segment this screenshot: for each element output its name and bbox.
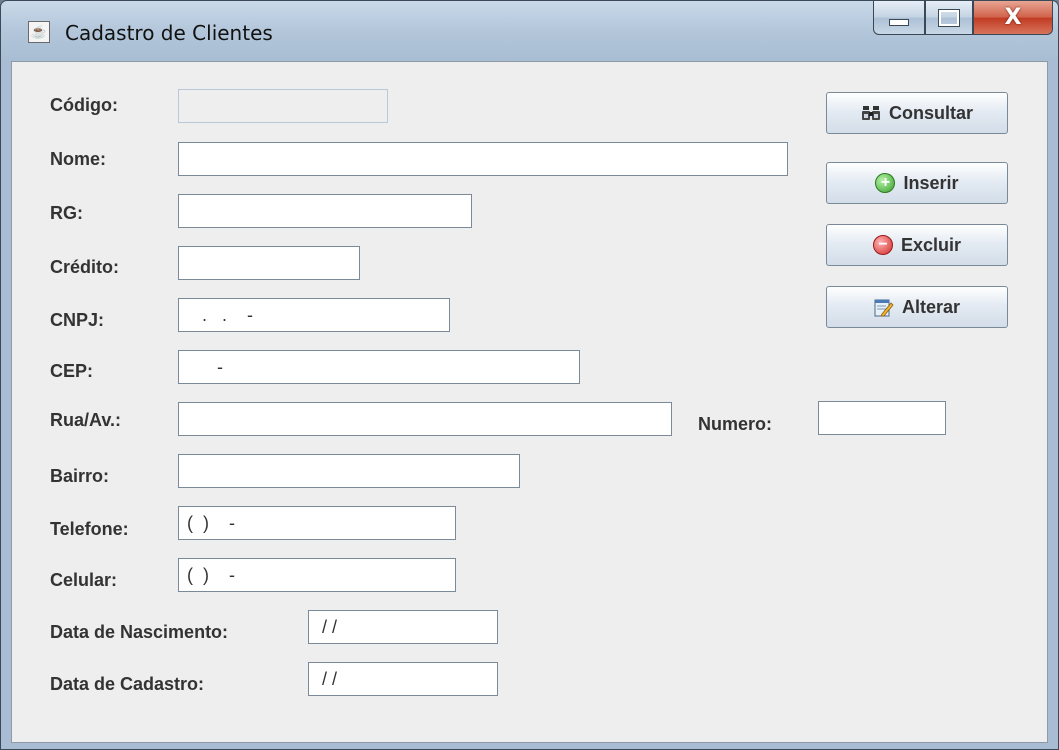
- cnpj-field[interactable]: . . -: [178, 298, 450, 332]
- consultar-button[interactable]: Consultar: [826, 92, 1008, 134]
- inserir-button[interactable]: + Inserir: [826, 162, 1008, 204]
- telefone-label: Telefone:: [50, 519, 129, 539]
- form-panel: Código: Nome: RG: Crédito: CNPJ: . . - C…: [11, 61, 1048, 743]
- alterar-button[interactable]: Alterar: [826, 286, 1008, 328]
- nome-label: Nome:: [50, 149, 107, 169]
- data-cadastro-label: Data de Cadastro:: [50, 674, 205, 694]
- inserir-label: Inserir: [903, 172, 959, 193]
- maximize-button[interactable]: [925, 1, 973, 35]
- edit-document-icon: [874, 299, 894, 317]
- data-nascimento-label: Data de Nascimento:: [50, 622, 229, 642]
- rg-label: RG:: [50, 203, 83, 223]
- data-cadastro-field[interactable]: / /: [308, 662, 498, 696]
- add-circle-icon: +: [875, 173, 896, 193]
- rua-label: Rua/Av.:: [50, 410, 122, 430]
- java-coffee-icon[interactable]: ☕: [28, 21, 50, 43]
- window-title: Cadastro de Clientes: [65, 21, 273, 45]
- minimize-button[interactable]: [873, 1, 925, 35]
- rua-field[interactable]: [178, 402, 672, 436]
- numero-field[interactable]: [818, 401, 946, 435]
- bairro-label: Bairro:: [50, 466, 110, 486]
- app-window: ☕ Cadastro de Clientes X Código: Nome: R…: [0, 0, 1059, 750]
- codigo-field: [178, 89, 388, 123]
- close-button[interactable]: X: [973, 1, 1053, 35]
- cep-label: CEP:: [50, 361, 94, 381]
- minimize-icon: [889, 19, 909, 26]
- binoculars-icon: [861, 106, 880, 120]
- bairro-field[interactable]: [178, 454, 520, 488]
- maximize-icon: [938, 8, 960, 27]
- title-bar[interactable]: ☕ Cadastro de Clientes X: [1, 1, 1058, 59]
- celular-label: Celular:: [50, 570, 118, 590]
- consultar-label: Consultar: [888, 102, 973, 123]
- codigo-label: Código:: [50, 95, 118, 115]
- credito-label: Crédito:: [50, 257, 119, 277]
- excluir-label: Excluir: [900, 234, 962, 255]
- telefone-field[interactable]: ( ) -: [178, 506, 456, 540]
- credito-field[interactable]: [178, 246, 360, 280]
- celular-field[interactable]: ( ) -: [178, 558, 456, 592]
- rg-field[interactable]: [178, 194, 472, 228]
- numero-label: Numero:: [698, 414, 773, 434]
- cep-field[interactable]: -: [178, 350, 580, 384]
- cnpj-label: CNPJ:: [50, 310, 105, 330]
- nome-field[interactable]: [178, 142, 788, 176]
- data-nascimento-field[interactable]: / /: [308, 610, 498, 644]
- remove-circle-icon: −: [872, 235, 893, 255]
- alterar-label: Alterar: [901, 296, 961, 317]
- close-icon: X: [1004, 5, 1022, 30]
- excluir-button[interactable]: − Excluir: [826, 224, 1008, 266]
